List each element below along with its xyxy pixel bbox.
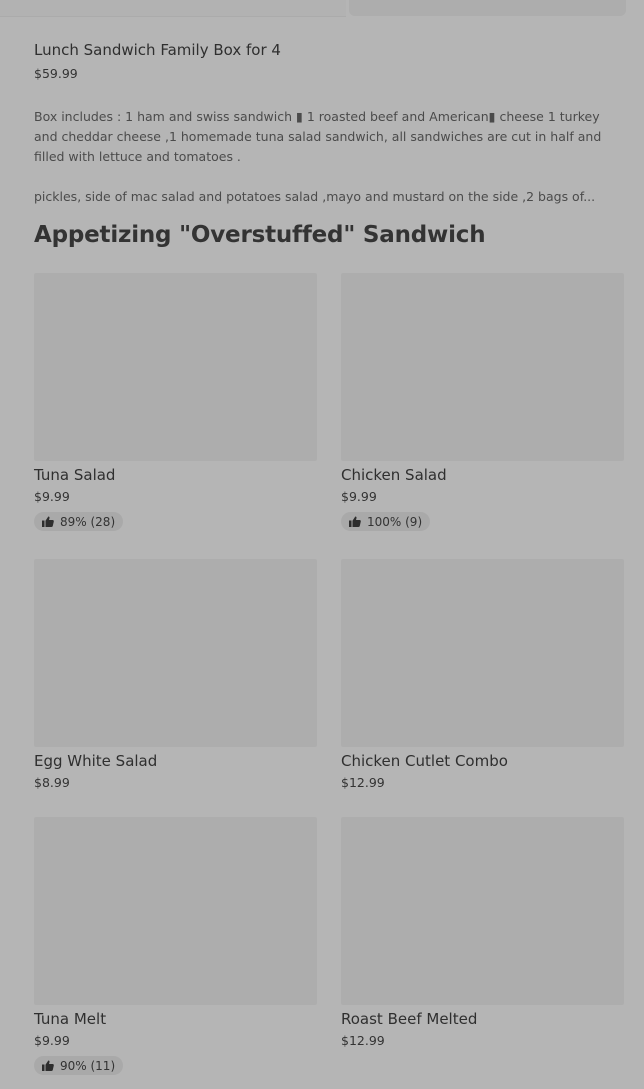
- item-name: Roast Beef Melted: [341, 1010, 478, 1028]
- rating-badge: 90% (11): [34, 1056, 124, 1075]
- item-name: Tuna Salad: [34, 466, 116, 484]
- item-price: $9.99: [34, 489, 70, 504]
- item-name: Chicken Cutlet Combo: [341, 752, 508, 770]
- item-price: $12.99: [341, 775, 385, 790]
- item-image-placeholder[interactable]: [0, 0, 346, 17]
- item-price: $9.99: [34, 1033, 70, 1048]
- rating-badge: 89% (28): [34, 512, 124, 531]
- featured-menu-item[interactable]: Lunch Sandwich Family Box for 4 $59.99 B…: [34, 40, 614, 227]
- rating-value: 90% (11): [60, 1058, 116, 1073]
- thumbs-up-icon: [349, 516, 361, 527]
- item-name: Lunch Sandwich Family Box for 4: [34, 41, 281, 59]
- item-price: $9.99: [341, 489, 377, 504]
- section-title: Appetizing "Overstuffed" Sandwich: [34, 222, 486, 248]
- item-price: $59.99: [34, 66, 78, 81]
- item-image-placeholder[interactable]: [341, 273, 624, 461]
- previous-item-images-strip: [0, 0, 644, 17]
- item-image-placeholder[interactable]: [34, 559, 317, 747]
- menu-item-card[interactable]: Egg White Salad $8.99: [34, 559, 317, 792]
- item-description-line: Box includes : 1 ham and swiss sandwich …: [34, 109, 602, 164]
- item-image-placeholder[interactable]: [341, 817, 624, 1005]
- menu-item-card[interactable]: Chicken Cutlet Combo $12.99: [341, 559, 624, 792]
- rating-value: 89% (28): [60, 514, 116, 529]
- item-image-placeholder[interactable]: [34, 273, 317, 461]
- item-name: Chicken Salad: [341, 466, 447, 484]
- item-image-placeholder[interactable]: [341, 559, 624, 747]
- item-name: Egg White Salad: [34, 752, 158, 770]
- item-description-line: pickles, side of mac salad and potatoes …: [34, 189, 596, 204]
- thumbs-up-icon: [42, 516, 54, 527]
- item-image-placeholder[interactable]: [34, 817, 317, 1005]
- item-description: Box includes : 1 ham and swiss sandwich …: [34, 87, 614, 227]
- menu-item-card[interactable]: Chicken Salad $9.99 100% (9): [341, 273, 624, 531]
- menu-item-card[interactable]: Tuna Melt $9.99 90% (11): [34, 817, 317, 1075]
- rating-value: 100% (9): [367, 514, 423, 529]
- item-image-placeholder[interactable]: [349, 0, 626, 16]
- menu-item-card[interactable]: Roast Beef Melted $12.99: [341, 817, 624, 1050]
- thumbs-up-icon: [42, 1060, 54, 1071]
- item-price: $12.99: [341, 1033, 385, 1048]
- rating-badge: 100% (9): [341, 512, 431, 531]
- item-price: $8.99: [34, 775, 70, 790]
- item-name: Tuna Melt: [34, 1010, 107, 1028]
- menu-item-card[interactable]: Tuna Salad $9.99 89% (28): [34, 273, 317, 531]
